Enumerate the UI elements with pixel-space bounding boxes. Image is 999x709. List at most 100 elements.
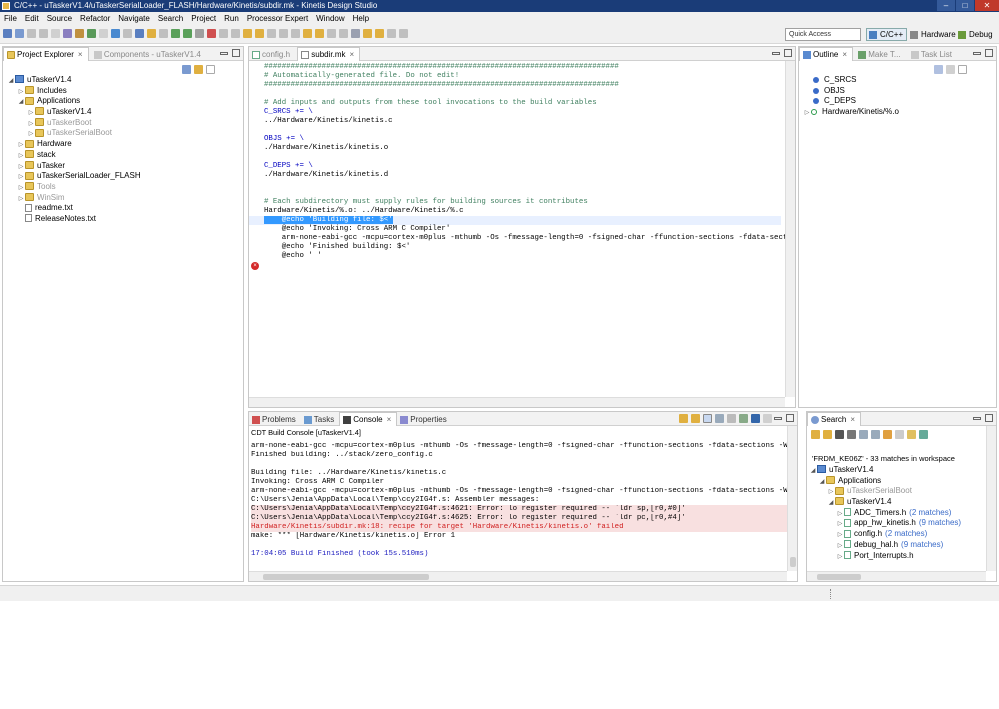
toolbar-action-icon[interactable] xyxy=(147,29,156,38)
toolbar-action-icon[interactable] xyxy=(243,29,252,38)
tree-item[interactable]: ▷ stack xyxy=(3,150,243,161)
toolbar-action-icon[interactable] xyxy=(135,29,144,38)
tree-item[interactable]: ▷ app_hw_kinetis.h (9 matches) xyxy=(809,518,996,529)
toolbar-action-icon[interactable] xyxy=(207,29,216,38)
maximize-window-icon[interactable]: □ xyxy=(956,0,974,11)
minimize-view-icon[interactable] xyxy=(973,417,981,420)
tree-item[interactable]: ◢ uTaskerV1.4 xyxy=(809,497,996,508)
editor-horizontal-scrollbar[interactable] xyxy=(249,397,785,407)
tab-properties[interactable]: Properties xyxy=(397,413,451,427)
toolbar-action-icon[interactable] xyxy=(75,29,84,38)
tab-components[interactable]: Components - uTaskerV1.4 xyxy=(91,48,206,62)
tree-item[interactable]: ▷ debug_hal.h (9 matches) xyxy=(809,540,996,551)
menu-refactor[interactable]: Refactor xyxy=(76,12,114,25)
toolbar-action-icon[interactable] xyxy=(171,29,180,38)
next-match-icon[interactable] xyxy=(811,430,820,439)
tree-item[interactable]: ▷ uTaskerV1.4 xyxy=(3,107,243,118)
tree-item[interactable]: ▷ uTaskerSerialLoader_FLASH xyxy=(3,171,243,182)
toolbar-action-icon[interactable] xyxy=(15,29,24,38)
remove-match-icon[interactable] xyxy=(835,430,844,439)
toolbar-action-icon[interactable] xyxy=(291,29,300,38)
toolbar-action-icon[interactable] xyxy=(159,29,168,38)
tree-item[interactable]: ◢ uTaskerV1.4 xyxy=(3,75,243,86)
menu-source[interactable]: Source xyxy=(43,12,76,25)
close-tab-icon[interactable]: × xyxy=(842,50,847,59)
toolbar-action-icon[interactable] xyxy=(303,29,312,38)
collapse-all-icon[interactable] xyxy=(871,430,880,439)
search-history-icon[interactable] xyxy=(907,430,916,439)
perspective-hardware[interactable]: Hardware xyxy=(907,28,960,41)
scrollbar-thumb[interactable] xyxy=(817,574,861,580)
menu-help[interactable]: Help xyxy=(349,12,373,25)
toolbar-action-icon[interactable] xyxy=(111,29,120,38)
toolbar-action-icon[interactable] xyxy=(183,29,192,38)
toolbar-action-icon[interactable] xyxy=(99,29,108,38)
search-vertical-scrollbar[interactable] xyxy=(986,426,996,571)
menu-window[interactable]: Window xyxy=(312,12,348,25)
tree-item[interactable]: ▷ config.h (2 matches) xyxy=(809,529,996,540)
tree-item[interactable]: ▷ uTaskerBoot xyxy=(3,118,243,129)
toolbar-action-icon[interactable] xyxy=(219,29,228,38)
close-tab-icon[interactable]: × xyxy=(850,415,855,424)
tree-item[interactable]: ▷ WinSim xyxy=(3,193,243,204)
close-tab-icon[interactable]: × xyxy=(350,50,355,59)
error-marker-icon[interactable]: × xyxy=(251,262,259,270)
scrollbar-thumb[interactable] xyxy=(790,557,796,567)
console-horizontal-scrollbar[interactable] xyxy=(249,571,787,581)
tab-console[interactable]: Console × xyxy=(339,412,398,426)
tab-config-h[interactable]: config.h xyxy=(249,48,295,62)
display-console-icon[interactable] xyxy=(739,414,748,423)
tree-item[interactable]: ◢ Applications xyxy=(3,96,243,107)
menu-edit[interactable]: Edit xyxy=(21,12,43,25)
menu-processor-expert[interactable]: Processor Expert xyxy=(243,12,312,25)
maximize-view-icon[interactable] xyxy=(985,49,993,57)
menu-navigate[interactable]: Navigate xyxy=(114,12,154,25)
link-with-editor-icon[interactable] xyxy=(194,65,203,74)
quick-access-field[interactable]: Quick Access xyxy=(785,28,861,41)
toolbar-action-icon[interactable] xyxy=(63,29,72,38)
perspective-debug[interactable]: Debug xyxy=(955,28,997,41)
search-horizontal-scrollbar[interactable] xyxy=(807,571,986,581)
menu-search[interactable]: Search xyxy=(154,12,187,25)
tab-problems[interactable]: Problems xyxy=(249,413,301,427)
tree-item[interactable]: ReleaseNotes.txt xyxy=(3,214,243,225)
collapsed-arrow-icon[interactable]: ▷ xyxy=(803,108,811,119)
tree-item[interactable]: ▷ uTasker xyxy=(3,161,243,172)
toolbar-action-icon[interactable] xyxy=(339,29,348,38)
close-tab-icon[interactable]: × xyxy=(78,50,83,59)
scrollbar-thumb[interactable] xyxy=(263,574,429,580)
scroll-lock-icon[interactable] xyxy=(679,414,688,423)
tree-item[interactable]: ▷ Tools xyxy=(3,182,243,193)
close-window-icon[interactable]: ✕ xyxy=(975,0,999,11)
minimize-view-icon[interactable] xyxy=(973,52,981,55)
outline-item[interactable]: OBJS xyxy=(803,86,996,97)
menu-file[interactable]: File xyxy=(0,12,21,25)
toolbar-action-icon[interactable] xyxy=(87,29,96,38)
toolbar-action-icon[interactable] xyxy=(387,29,396,38)
open-console-icon[interactable] xyxy=(751,414,760,423)
copy-icon[interactable] xyxy=(715,414,724,423)
toolbar-action-icon[interactable] xyxy=(399,29,408,38)
toolbar-action-icon[interactable] xyxy=(375,29,384,38)
toolbar-action-icon[interactable] xyxy=(255,29,264,38)
pin-console-icon[interactable] xyxy=(691,414,700,423)
tree-item[interactable]: ▷ Port_Interrupts.h xyxy=(809,551,996,562)
tab-subdir-mk[interactable]: subdir.mk × xyxy=(297,47,361,61)
toolbar-action-icon[interactable] xyxy=(39,29,48,38)
console-output[interactable]: CDT Build Console [uTaskerV1.4] arm-none-… xyxy=(249,426,787,571)
previous-match-icon[interactable] xyxy=(823,430,832,439)
editor-vertical-scrollbar[interactable] xyxy=(785,61,795,397)
show-console-icon[interactable] xyxy=(703,414,712,423)
remove-all-icon[interactable] xyxy=(847,430,856,439)
tab-tasks[interactable]: Tasks xyxy=(301,413,339,427)
code-editor[interactable]: × ######################################… xyxy=(249,61,795,397)
view-menu-icon[interactable] xyxy=(958,65,967,74)
toolbar-action-icon[interactable] xyxy=(231,29,240,38)
tree-item[interactable]: ▷ uTaskerSerialBoot xyxy=(809,486,996,497)
toolbar-action-icon[interactable] xyxy=(363,29,372,38)
toolbar-action-icon[interactable] xyxy=(267,29,276,38)
toolbar-action-icon[interactable] xyxy=(123,29,132,38)
toolbar-action-icon[interactable] xyxy=(195,29,204,38)
tab-search[interactable]: Search × xyxy=(807,412,862,426)
tab-task-list[interactable]: Task List xyxy=(908,48,957,62)
